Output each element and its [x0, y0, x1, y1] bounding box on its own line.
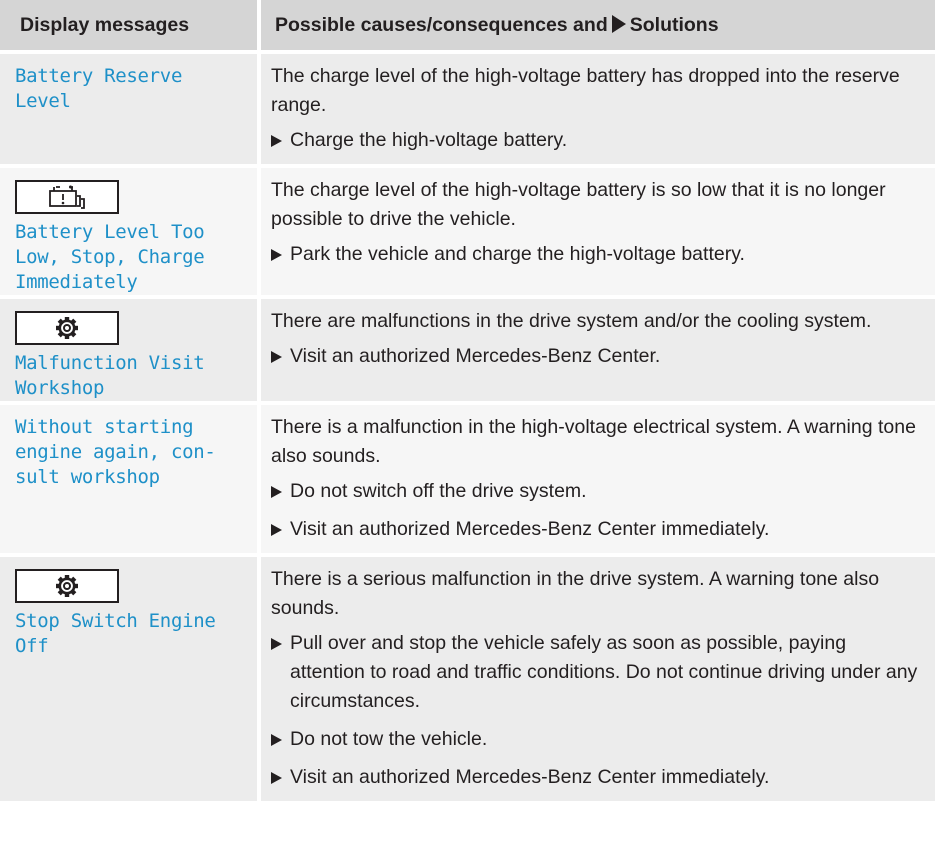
table-header-row: Display messages Possible causes/consequ… — [0, 0, 935, 54]
display-message-cell: Without starting engine again, con- sult… — [0, 403, 259, 557]
cause-text: There are malfunctions in the drive syst… — [271, 310, 872, 332]
table-row: Battery Reserve Level The charge level of… — [0, 52, 935, 168]
solution-step: Visit an authorized Mercedes-Benz Center… — [271, 515, 925, 544]
display-message-text: Battery Reserve Level — [15, 65, 183, 112]
solution-step: Pull over and stop the vehicle safely as… — [271, 629, 925, 716]
display-message-text: Battery Level Too Low, Stop, Charge Imme… — [15, 221, 205, 293]
solution-step: Visit an authorized Mercedes-Benz Center… — [271, 342, 925, 371]
cause-text: There is a malfunction in the high-volta… — [271, 416, 916, 467]
display-message-text: Without starting engine again, con- sult… — [15, 416, 216, 488]
solution-steps: Park the vehicle and charge the high-vol… — [271, 240, 925, 269]
battery-warning-icon — [15, 180, 119, 214]
solution-step: Visit an authorized Mercedes-Benz Center… — [271, 763, 925, 792]
display-message-text: Malfunction Visit Workshop — [15, 352, 205, 399]
display-message-cell: Battery Level Too Low, Stop, Charge Imme… — [0, 166, 259, 299]
solution-step: Do not switch off the drive system. — [271, 477, 925, 506]
cause-text: There is a serious malfunction in the dr… — [271, 568, 880, 619]
display-message-cell: Battery Reserve Level — [0, 52, 259, 168]
cause-solution-cell: The charge level of the high-voltage bat… — [257, 166, 935, 299]
header-solutions-label: Solutions — [629, 13, 719, 36]
cause-solution-cell: There is a malfunction in the high-volta… — [257, 403, 935, 557]
table-row: Stop Switch Engine Off There is a serious… — [0, 555, 935, 805]
solution-steps: Do not switch off the drive system. Visit… — [271, 477, 925, 544]
solution-step: Park the vehicle and charge the high-vol… — [271, 240, 925, 269]
display-messages-table: Display messages Possible causes/consequ… — [0, 0, 935, 805]
gear-icon — [15, 311, 119, 345]
header-display-messages: Display messages — [0, 0, 259, 54]
cause-solution-cell: The charge level of the high-voltage bat… — [257, 52, 935, 168]
display-message-cell: Malfunction Visit Workshop — [0, 297, 259, 405]
display-message-text: Stop Switch Engine Off — [15, 610, 216, 657]
display-message-cell: Stop Switch Engine Off — [0, 555, 259, 805]
solution-arrow-icon — [611, 14, 626, 33]
solution-step: Charge the high-voltage battery. — [271, 126, 925, 155]
cause-text: The charge level of the high-voltage bat… — [271, 179, 886, 230]
gear-icon — [15, 569, 119, 603]
solution-steps: Charge the high-voltage battery. — [271, 126, 925, 155]
cause-solution-cell: There is a serious malfunction in the dr… — [257, 555, 935, 805]
table-row: Battery Level Too Low, Stop, Charge Imme… — [0, 166, 935, 299]
header-causes-label: Possible causes/consequences and — [275, 13, 608, 36]
header-causes-solutions: Possible causes/consequences and Solution… — [257, 0, 935, 54]
cause-solution-cell: There are malfunctions in the drive syst… — [257, 297, 935, 405]
table-row: Without starting engine again, con- sult… — [0, 403, 935, 557]
solution-steps: Pull over and stop the vehicle safely as… — [271, 629, 925, 792]
solution-step: Do not tow the vehicle. — [271, 725, 925, 754]
cause-text: The charge level of the high-voltage bat… — [271, 65, 900, 116]
solution-steps: Visit an authorized Mercedes-Benz Center… — [271, 342, 925, 371]
table-row: Malfunction Visit Workshop There are malf… — [0, 297, 935, 405]
